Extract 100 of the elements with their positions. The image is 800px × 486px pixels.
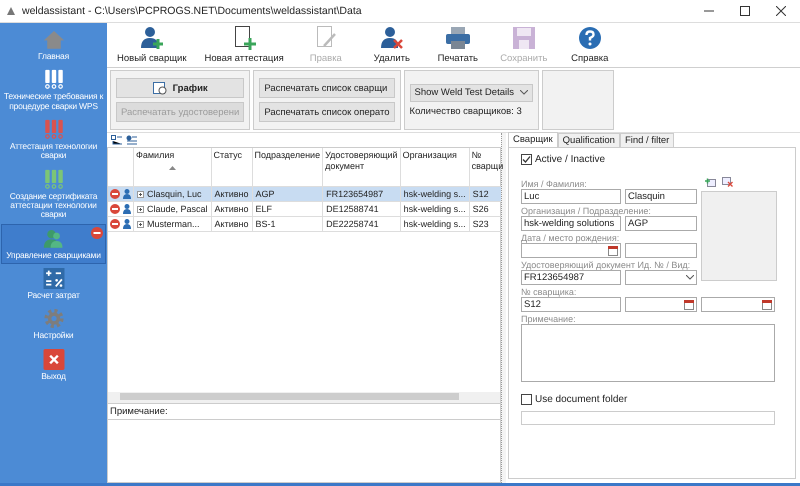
sidebar-item[interactable]: Настройки xyxy=(1,304,106,345)
remove-person-icon xyxy=(380,26,404,50)
chevron-down-icon xyxy=(520,90,528,95)
remove-icon[interactable] xyxy=(110,204,120,214)
sidebar-item[interactable]: Расчет затрат xyxy=(1,264,106,304)
person-icon xyxy=(123,219,131,229)
expand-all-icon[interactable] xyxy=(111,135,122,145)
house-icon xyxy=(42,29,64,50)
remove-icon[interactable] xyxy=(110,219,120,229)
welder-count: Количество сварщиков: 3 xyxy=(410,106,523,116)
table-row[interactable]: Clasquin, Luc Активно AGP FR123654987 hsk-welding s... S12 xyxy=(108,186,506,202)
tab[interactable]: Сварщик xyxy=(508,132,558,147)
scrollbar[interactable] xyxy=(108,392,500,403)
table-cell: Claude, Pascal xyxy=(134,202,212,216)
remove-icon[interactable] xyxy=(91,226,103,239)
field-label: Примечание: xyxy=(521,314,576,324)
print-list-button[interactable]: Распечатать список сварщи xyxy=(259,78,395,98)
table-cell: DE22258741 xyxy=(322,216,400,232)
last-name-field[interactable]: Clasquin xyxy=(625,189,697,204)
date-field[interactable] xyxy=(625,297,697,312)
sidebar-label: Выход xyxy=(41,372,66,382)
department-field[interactable]: AGP xyxy=(625,216,697,231)
sidebar-item[interactable]: Создание сертификата аттестации технологии сварки xyxy=(1,164,106,224)
view-dropdown[interactable]: Show Weld Test Details xyxy=(410,84,533,102)
add-document-icon xyxy=(232,26,256,50)
expand-icon[interactable] xyxy=(137,206,144,213)
field-label: Удостоверяющий документ Ид. № / Вид: xyxy=(521,260,692,270)
table-cell: Musterman... xyxy=(134,216,212,232)
note-field[interactable] xyxy=(521,324,775,382)
splitter-handle[interactable] xyxy=(501,133,506,483)
toolbar-button[interactable]: Новый сварщик xyxy=(111,23,193,67)
table-cell: Активно xyxy=(211,202,252,216)
remove-icon[interactable] xyxy=(110,189,120,199)
app-icon xyxy=(6,6,16,16)
add-person-icon xyxy=(140,26,164,50)
sidebar-item[interactable]: Аттестация технологии сварки xyxy=(1,115,106,165)
expand-icon[interactable] xyxy=(137,221,144,228)
first-name-field[interactable]: Luc xyxy=(521,189,621,204)
sidebar-label: Настройки xyxy=(34,331,74,341)
table-cell: hsk-welding s... xyxy=(400,202,470,216)
field-label: № сварщика: xyxy=(521,287,576,297)
calendar-icon[interactable] xyxy=(608,246,618,256)
table-cell: ELF xyxy=(252,202,323,216)
calendar-clock-icon xyxy=(152,81,167,95)
people-icon xyxy=(42,228,64,249)
sidebar-item[interactable]: Технические требования к процедуре сварки WPS xyxy=(1,65,106,116)
date-field[interactable] xyxy=(701,297,775,312)
sidebar-item[interactable]: Выход xyxy=(1,344,106,386)
collapse-all-icon[interactable] xyxy=(126,135,137,145)
organization-field[interactable]: hsk-welding solutions xyxy=(521,216,621,231)
checkmark-icon xyxy=(522,155,531,164)
calculator-icon xyxy=(42,268,64,290)
table-cell: Активно xyxy=(211,186,252,202)
welder-number-field[interactable]: S12 xyxy=(521,297,621,312)
sidebar-item[interactable]: Управление сварщиками xyxy=(1,224,106,264)
note-field[interactable] xyxy=(107,420,501,483)
gear-icon xyxy=(42,308,64,330)
sidebar-label: Технические требования к процедуре сварки WPS xyxy=(2,92,104,112)
sidebar-label: Создание сертификата аттестации технологии сварки xyxy=(8,192,98,220)
person-icon xyxy=(123,189,131,199)
field-label: Дата / место рождения: xyxy=(521,233,620,243)
close-icon[interactable] xyxy=(776,6,786,16)
folder-path-field[interactable] xyxy=(521,411,775,425)
active-checkbox[interactable]: Active / Inactive xyxy=(521,154,606,165)
field-label: Организация / Подразделение: xyxy=(521,206,652,216)
tab[interactable]: Qualification xyxy=(558,133,620,147)
table-cell: hsk-welding s... xyxy=(400,216,470,232)
bars-icon xyxy=(42,168,64,190)
printer-icon xyxy=(444,26,471,50)
sidebar-item[interactable]: Главная xyxy=(1,25,106,66)
birthplace-field[interactable] xyxy=(625,243,697,258)
print-list-button[interactable]: Распечатать список операто xyxy=(259,102,395,122)
table-cell: AGP xyxy=(252,186,323,202)
delete-image-icon[interactable] xyxy=(722,177,733,187)
chevron-down-icon xyxy=(686,275,694,280)
calendar-icon[interactable] xyxy=(762,300,772,310)
toolbar-button[interactable]: Справка xyxy=(560,23,620,67)
person-icon xyxy=(123,204,131,214)
tab[interactable]: Find / filter xyxy=(620,133,674,147)
sidebar-label: Аттестация технологии сварки xyxy=(8,142,98,161)
calendar-icon[interactable] xyxy=(684,300,694,310)
maximize-icon[interactable] xyxy=(740,6,750,16)
sort-up-icon xyxy=(168,166,176,170)
window-title: weldassistant - C:\Users\PCPROGS.NET\Documents\weldassistant\Data xyxy=(22,5,362,17)
toolbar-button[interactable]: Новая аттестация xyxy=(198,23,290,67)
table-cell: BS-1 xyxy=(252,216,323,232)
schedule-button[interactable]: График xyxy=(116,78,244,98)
add-image-icon[interactable] xyxy=(705,177,716,187)
id-number-field[interactable]: FR123654987 xyxy=(521,270,621,285)
expand-icon[interactable] xyxy=(137,191,144,198)
close-icon xyxy=(42,348,64,370)
bars-icon xyxy=(42,119,64,140)
toolbar-button[interactable]: Печатать xyxy=(428,23,488,67)
floppy-icon xyxy=(512,26,536,50)
sidebar-label: Главная xyxy=(38,52,69,62)
date-field[interactable] xyxy=(521,243,621,258)
bars-icon xyxy=(42,69,64,90)
toolbar-button[interactable]: Удалить xyxy=(362,23,422,67)
document-folder-checkbox[interactable]: Use document folder xyxy=(521,394,628,405)
sidebar-label: Управление сварщиками xyxy=(6,250,101,260)
